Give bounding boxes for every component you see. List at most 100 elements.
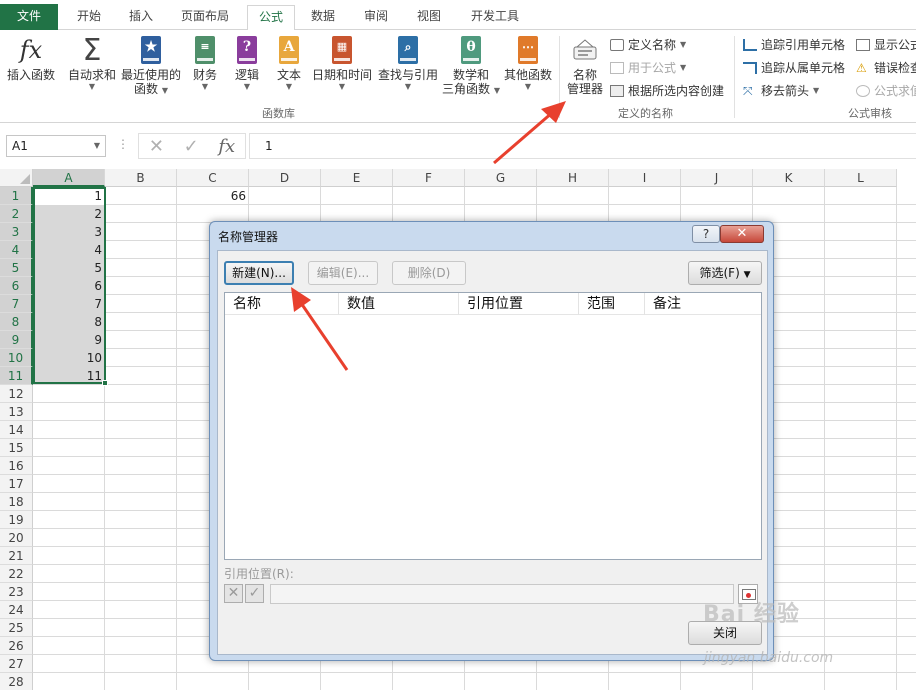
row-header-16[interactable]: 16 bbox=[0, 457, 33, 475]
name-manager-dialog: 名称管理器 ? ✕ 新建(N)... 编辑(E)... 删除(D) 筛选(F) … bbox=[209, 221, 774, 661]
row-header-22[interactable]: 22 bbox=[0, 565, 33, 583]
row-header-9[interactable]: 9 bbox=[0, 331, 33, 349]
column-header-value[interactable]: 数值 bbox=[339, 293, 459, 315]
tab-home[interactable]: 开始 bbox=[66, 5, 112, 30]
tab-page-layout[interactable]: 页面布局 bbox=[170, 5, 240, 30]
row-header-10[interactable]: 10 bbox=[0, 349, 33, 367]
column-header-i[interactable]: I bbox=[609, 169, 681, 187]
name-manager-button[interactable]: 名称 管理器 bbox=[564, 34, 606, 96]
evaluate-formula-button[interactable]: 公式求值 bbox=[856, 82, 916, 99]
delete-name-button[interactable]: 删除(D) bbox=[392, 261, 466, 285]
insert-function-icon[interactable]: fx bbox=[218, 136, 235, 157]
row-header-3[interactable]: 3 bbox=[0, 223, 33, 241]
column-header-l[interactable]: L bbox=[825, 169, 897, 187]
row-header-12[interactable]: 12 bbox=[0, 385, 33, 403]
logical-button[interactable]: ? 逻辑 ▼ bbox=[230, 34, 264, 92]
column-header-comment[interactable]: 备注 bbox=[645, 293, 761, 315]
math-trig-button[interactable]: θ 数学和 三角函数 ▼ bbox=[442, 34, 500, 98]
autosum-button[interactable]: Σ 自动求和 ▼ bbox=[66, 32, 118, 92]
row-header-7[interactable]: 7 bbox=[0, 295, 33, 313]
recently-used-label: 最近使用的 bbox=[120, 68, 181, 82]
tab-review[interactable]: 审阅 bbox=[353, 5, 399, 30]
names-list[interactable]: 名称 数值 引用位置 范围 备注 bbox=[224, 292, 762, 560]
tag-icon bbox=[610, 38, 624, 51]
use-in-formula-button[interactable]: 用于公式 ▼ bbox=[610, 59, 686, 76]
row-header-26[interactable]: 26 bbox=[0, 637, 33, 655]
row-header-28[interactable]: 28 bbox=[0, 673, 33, 690]
select-all-corner[interactable] bbox=[0, 169, 33, 187]
row-header-1[interactable]: 1 bbox=[0, 187, 33, 205]
datetime-button[interactable]: ▦ 日期和时间 ▼ bbox=[310, 34, 374, 92]
column-header-f[interactable]: F bbox=[393, 169, 465, 187]
tab-formulas[interactable]: 公式 bbox=[247, 5, 295, 31]
row-header-11[interactable]: 11 bbox=[0, 367, 33, 385]
formula-input[interactable]: 1 bbox=[249, 133, 916, 159]
insert-function-button[interactable]: fx 插入函数 bbox=[4, 34, 58, 82]
tab-data[interactable]: 数据 bbox=[300, 5, 346, 30]
ref-cancel-icon[interactable]: ✕ bbox=[224, 584, 243, 603]
lookup-reference-button[interactable]: ⌕ 查找与引用 ▼ bbox=[376, 34, 440, 92]
edit-name-button[interactable]: 编辑(E)... bbox=[308, 261, 378, 285]
financial-button[interactable]: ≡ 财务 ▼ bbox=[188, 34, 222, 92]
column-header-e[interactable]: E bbox=[321, 169, 393, 187]
row-header-20[interactable]: 20 bbox=[0, 529, 33, 547]
close-window-button[interactable]: ✕ bbox=[720, 225, 764, 243]
column-header-name[interactable]: 名称 bbox=[225, 293, 339, 315]
column-header-d[interactable]: D bbox=[249, 169, 321, 187]
sigma-icon: Σ bbox=[82, 32, 102, 68]
row-header-23[interactable]: 23 bbox=[0, 583, 33, 601]
column-header-k[interactable]: K bbox=[753, 169, 825, 187]
row-header-13[interactable]: 13 bbox=[0, 403, 33, 421]
row-header-5[interactable]: 5 bbox=[0, 259, 33, 277]
show-formulas-button[interactable]: 显示公式 bbox=[856, 36, 916, 53]
column-header-refers-to[interactable]: 引用位置 bbox=[459, 293, 579, 315]
row-header-2[interactable]: 2 bbox=[0, 205, 33, 223]
row-header-21[interactable]: 21 bbox=[0, 547, 33, 565]
new-name-button[interactable]: 新建(N)... bbox=[224, 261, 294, 285]
show-formulas-icon bbox=[856, 38, 870, 51]
tab-insert[interactable]: 插入 bbox=[118, 5, 164, 30]
row-header-15[interactable]: 15 bbox=[0, 439, 33, 457]
trace-dependents-button[interactable]: 追踪从属单元格 bbox=[743, 59, 845, 76]
column-header-h[interactable]: H bbox=[537, 169, 609, 187]
define-name-button[interactable]: 定义名称 ▼ bbox=[610, 36, 686, 53]
more-functions-button[interactable]: ⋯ 其他函数 ▼ bbox=[502, 34, 554, 92]
cell-c1[interactable]: 66 bbox=[178, 187, 249, 205]
row-header-8[interactable]: 8 bbox=[0, 313, 33, 331]
row-header-6[interactable]: 6 bbox=[0, 277, 33, 295]
column-header-g[interactable]: G bbox=[465, 169, 537, 187]
row-header-27[interactable]: 27 bbox=[0, 655, 33, 673]
row-header-4[interactable]: 4 bbox=[0, 241, 33, 259]
ref-confirm-icon[interactable]: ✓ bbox=[245, 584, 264, 603]
name-box[interactable]: A1 ▼ bbox=[6, 135, 106, 157]
recently-used-button[interactable]: ★ 最近使用的 函数 ▼ bbox=[120, 34, 182, 98]
tab-file[interactable]: 文件 bbox=[0, 4, 58, 30]
fill-handle[interactable] bbox=[102, 380, 108, 386]
row-header-14[interactable]: 14 bbox=[0, 421, 33, 439]
enter-icon[interactable]: ✓ bbox=[184, 136, 199, 157]
cancel-icon[interactable]: ✕ bbox=[149, 136, 164, 157]
refers-to-input[interactable] bbox=[270, 584, 734, 604]
remove-arrows-button[interactable]: ⤧ 移去箭头 ▼ bbox=[743, 82, 819, 99]
column-header-b[interactable]: B bbox=[105, 169, 177, 187]
row-header-18[interactable]: 18 bbox=[0, 493, 33, 511]
row-header-17[interactable]: 17 bbox=[0, 475, 33, 493]
column-header-c[interactable]: C bbox=[177, 169, 249, 187]
filter-button[interactable]: 筛选(F) ▼ bbox=[688, 261, 762, 285]
trace-precedents-button[interactable]: 追踪引用单元格 bbox=[743, 36, 845, 53]
magnifier-book-icon: ⌕ bbox=[394, 34, 422, 66]
text-function-button[interactable]: A 文本 ▼ bbox=[272, 34, 306, 92]
column-header-scope[interactable]: 范围 bbox=[579, 293, 645, 315]
tab-view[interactable]: 视图 bbox=[406, 5, 452, 30]
tab-developer[interactable]: 开发工具 bbox=[459, 5, 531, 30]
row-header-24[interactable]: 24 bbox=[0, 601, 33, 619]
row-header-25[interactable]: 25 bbox=[0, 619, 33, 637]
column-header-a[interactable]: A bbox=[33, 169, 105, 187]
column-header-j[interactable]: J bbox=[681, 169, 753, 187]
create-from-selection-button[interactable]: 根据所选内容创建 bbox=[610, 82, 724, 99]
row-header-19[interactable]: 19 bbox=[0, 511, 33, 529]
formula-bar-grip[interactable]: ⋮ bbox=[117, 137, 129, 151]
help-button[interactable]: ? bbox=[692, 225, 720, 243]
chevron-down-icon[interactable]: ▼ bbox=[94, 136, 100, 156]
error-checking-button[interactable]: ⚠ 错误检查 bbox=[856, 59, 916, 76]
